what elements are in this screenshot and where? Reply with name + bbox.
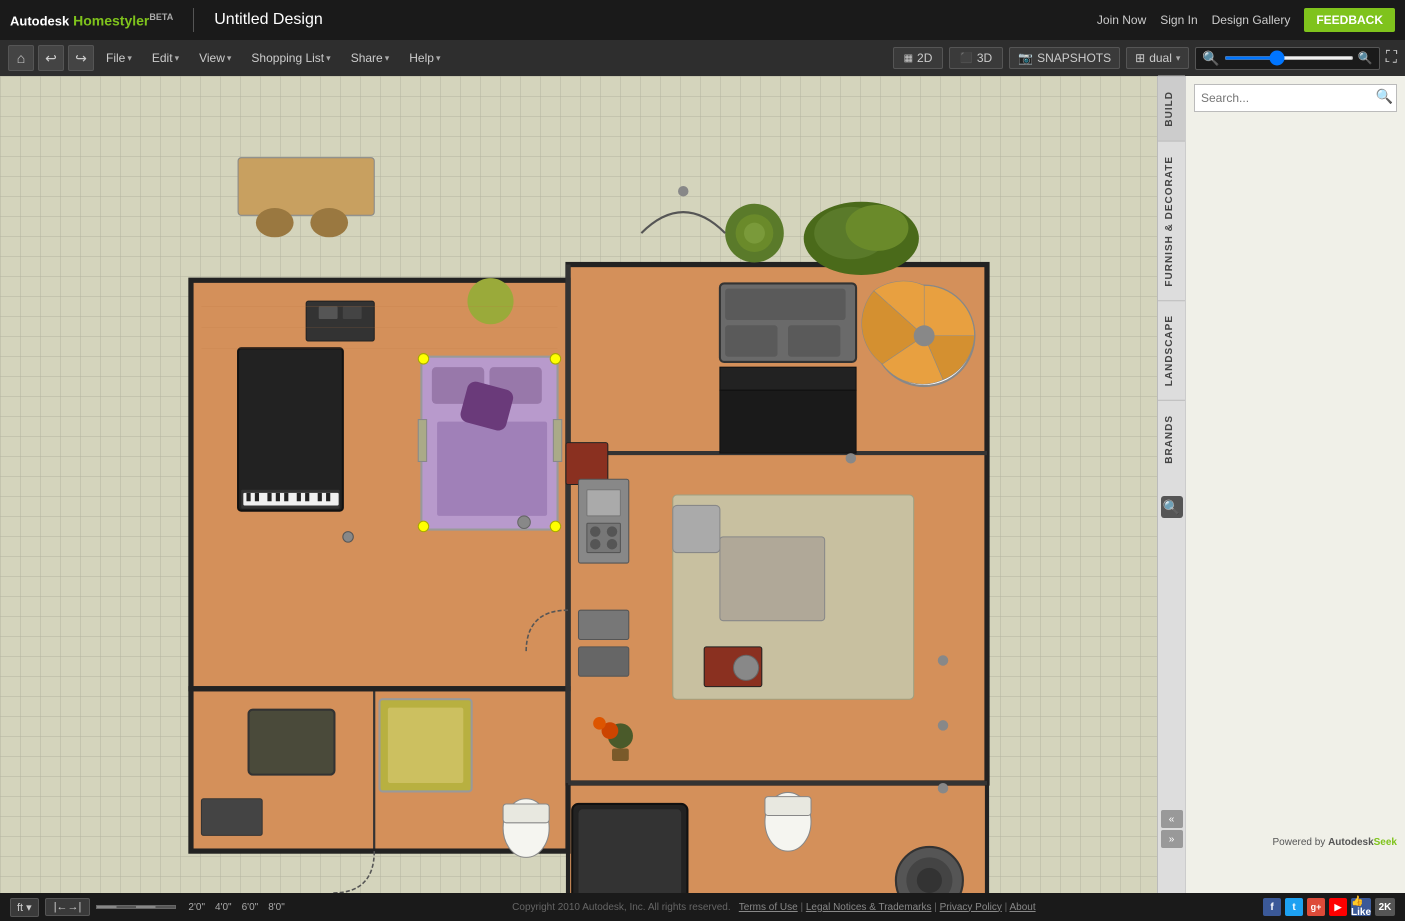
landscape-tab[interactable]: LANDSCAPE <box>1158 300 1185 400</box>
undo-btn[interactable]: ↩ <box>38 45 64 71</box>
edit-menu[interactable]: Edit ▾ <box>144 47 187 69</box>
right-tabs-panel: BUILD FURNISH & DECORATE LANDSCAPE BRAND… <box>1157 76 1185 893</box>
brands-tab[interactable]: BRANDS <box>1158 400 1185 478</box>
scale-6: 6'0" <box>242 902 259 913</box>
shopping-list-menu[interactable]: Shopping List ▾ <box>243 47 338 69</box>
home-icon-btn[interactable]: ⌂ <box>8 45 34 71</box>
search-panel: 🔍 Powered by AutodeskSeek <box>1185 76 1405 893</box>
menu-bar: ⌂ ↩ ↪ File ▾ Edit ▾ View ▾ Shopping List… <box>0 40 1405 76</box>
join-now-link[interactable]: Join Now <box>1097 13 1146 27</box>
legal-link[interactable]: Legal Notices & Trademarks <box>806 902 932 913</box>
zoom-bar: 🔍 🔍 <box>1195 47 1379 70</box>
youtube-icon[interactable]: ▶ <box>1329 898 1347 916</box>
autodesk-label: Autodesk <box>10 13 69 28</box>
feedback-button[interactable]: FEEDBACK <box>1304 8 1395 32</box>
scale-4: 4'0" <box>215 902 232 913</box>
footer-copyright: Copyright 2010 Autodesk, Inc. All rights… <box>512 902 1035 913</box>
scale-2: 2'0" <box>188 902 205 913</box>
search-input[interactable] <box>1194 84 1397 112</box>
design-gallery-link[interactable]: Design Gallery <box>1212 13 1291 27</box>
zoom-out-button[interactable]: 🔍 <box>1202 50 1219 67</box>
footer-social: f t g+ ▶ 👍 Like 2K <box>1263 898 1395 916</box>
share-menu[interactable]: Share ▾ <box>343 47 398 69</box>
design-title: Untitled Design <box>214 11 323 29</box>
zoom-slider[interactable] <box>1224 56 1354 60</box>
powered-by-label: Powered by AutodeskSeek <box>1272 837 1397 848</box>
view-2d-button[interactable]: ▦ 2D <box>893 47 944 69</box>
logo-green-text: Homestyler <box>69 12 149 28</box>
fullscreen-button[interactable]: ⛶ <box>1386 49 1397 67</box>
google-plus-icon[interactable]: g+ <box>1307 898 1325 916</box>
view-controls: ▦ 2D ⬛ 3D 📷 SNAPSHOTS ⊞ dual ▾ 🔍 🔍 ⛶ <box>893 47 1397 70</box>
footer-left: ft ▾ |←→| 2'0" 4'0" 6'0" 8'0" <box>10 898 285 917</box>
collapse-down-button[interactable]: » <box>1161 830 1183 848</box>
dual-button[interactable]: ⊞ dual ▾ <box>1126 47 1189 69</box>
collapse-up-button[interactable]: « <box>1161 810 1183 828</box>
search-panel-button[interactable]: 🔍 <box>1161 496 1183 518</box>
sign-in-link[interactable]: Sign In <box>1160 13 1197 27</box>
like-button[interactable]: 👍 Like <box>1351 898 1371 916</box>
footer: ft ▾ |←→| 2'0" 4'0" 6'0" 8'0" Copyright … <box>0 893 1405 921</box>
help-menu[interactable]: Help ▾ <box>401 47 448 69</box>
about-link[interactable]: About <box>1009 902 1035 913</box>
terms-link[interactable]: Terms of Use <box>739 902 798 913</box>
top-bar: Autodesk HomestylerBETA Untitled Design … <box>0 0 1405 40</box>
canvas-area[interactable] <box>0 76 1157 893</box>
share-count: 2K <box>1375 898 1395 916</box>
ruler-button[interactable]: |←→| <box>45 898 91 916</box>
search-submit-icon[interactable]: 🔍 <box>1376 88 1393 105</box>
privacy-link[interactable]: Privacy Policy <box>940 902 1002 913</box>
snapshots-button[interactable]: 📷 SNAPSHOTS <box>1009 47 1120 69</box>
beta-label: BETA <box>149 12 173 22</box>
build-tab[interactable]: BUILD <box>1158 76 1185 141</box>
zoom-in-button[interactable]: 🔍 <box>1358 51 1373 65</box>
redo-btn[interactable]: ↪ <box>68 45 94 71</box>
facebook-icon[interactable]: f <box>1263 898 1281 916</box>
furnish-decorate-tab[interactable]: FURNISH & DECORATE <box>1158 141 1185 301</box>
twitter-icon[interactable]: t <box>1285 898 1303 916</box>
scale-8: 8'0" <box>268 902 285 913</box>
top-right-nav: Join Now Sign In Design Gallery FEEDBACK <box>1097 8 1395 32</box>
file-menu[interactable]: File ▾ <box>98 47 140 69</box>
logo-text: Autodesk HomestylerBETA <box>10 12 173 29</box>
logo-area: Autodesk HomestylerBETA Untitled Design <box>10 8 323 32</box>
logo-divider <box>193 8 194 32</box>
unit-selector[interactable]: ft ▾ <box>10 898 39 917</box>
scale-bar: 2'0" 4'0" 6'0" 8'0" <box>96 902 284 913</box>
floor-plan-svg <box>0 76 1157 893</box>
right-panel-wrapper: BUILD FURNISH & DECORATE LANDSCAPE BRAND… <box>1157 76 1405 893</box>
view-menu[interactable]: View ▾ <box>191 47 239 69</box>
view-3d-button[interactable]: ⬛ 3D <box>949 47 1003 69</box>
